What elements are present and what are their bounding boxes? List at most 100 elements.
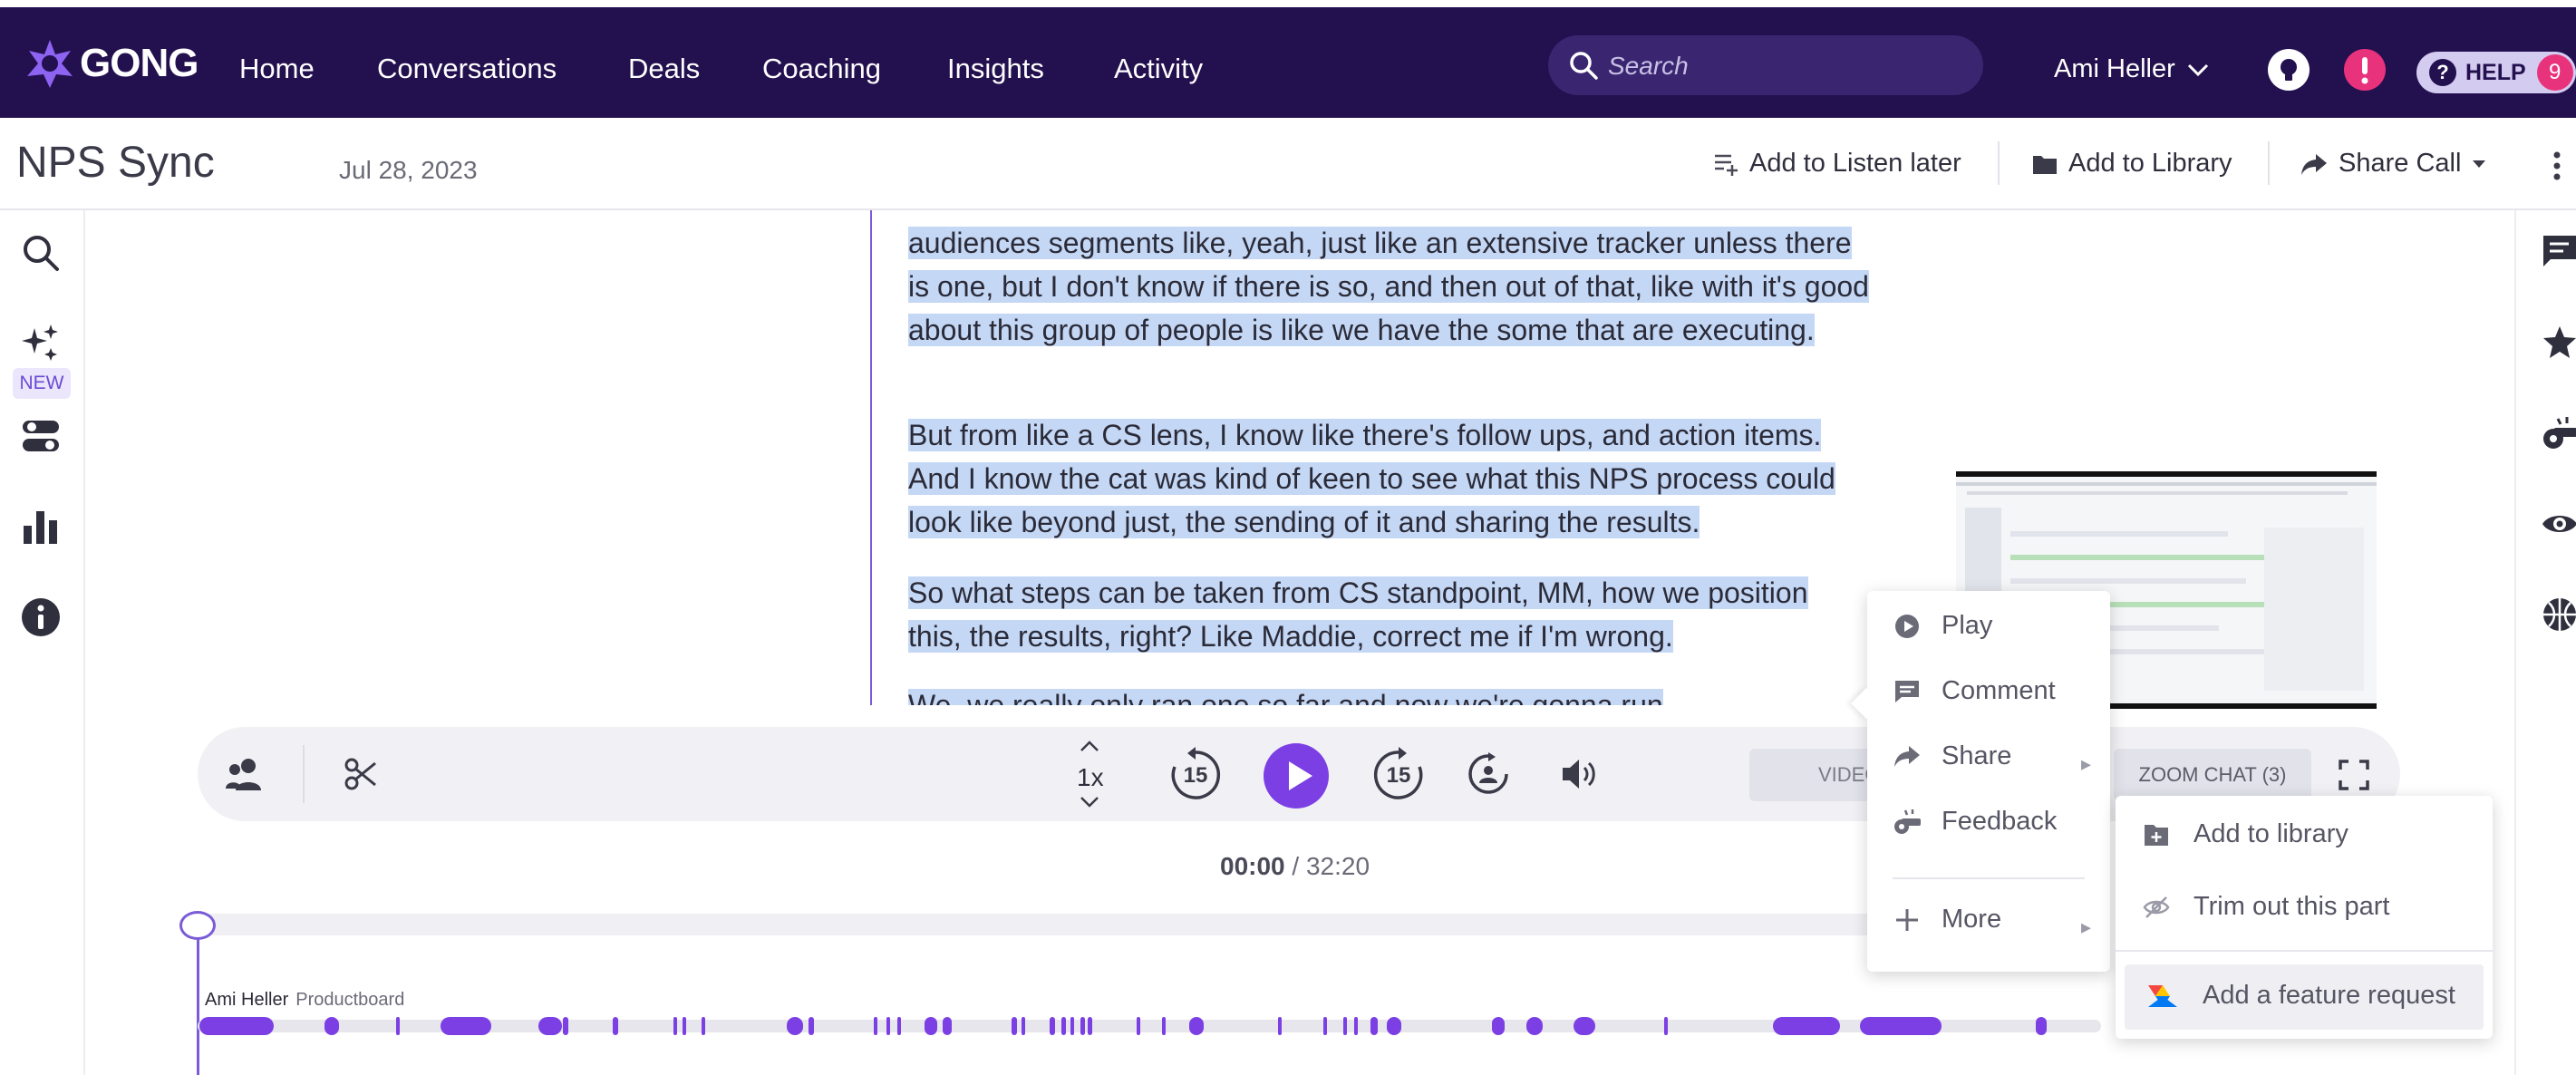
speaker-segment[interactable] [2036, 1017, 2047, 1035]
gong-logo[interactable]: GONG [25, 38, 199, 89]
volume-icon[interactable] [1561, 756, 1601, 792]
playhead-handle[interactable] [179, 911, 216, 940]
video-tab[interactable]: VIDEO [1749, 749, 1885, 801]
speaker-segment[interactable] [1012, 1017, 1017, 1035]
speaker-segment[interactable] [943, 1017, 952, 1035]
speaker-segment[interactable] [897, 1017, 901, 1035]
scrubber-track[interactable] [198, 914, 2101, 935]
zoom-chat-tab[interactable]: ZOOM CHAT (3) [2114, 749, 2311, 801]
search-input[interactable]: Search [1548, 35, 1983, 95]
speaker-segment[interactable] [1387, 1017, 1401, 1035]
speaker-segment[interactable] [683, 1017, 686, 1035]
playlist-add-icon [1715, 154, 1738, 176]
speaker-segment[interactable] [1137, 1017, 1140, 1035]
star-icon[interactable] [2542, 324, 2576, 361]
menu-item-more[interactable]: More [1893, 905, 2001, 935]
toggles-icon[interactable] [20, 415, 62, 457]
speaker-segment[interactable] [1162, 1017, 1166, 1035]
share-call-button[interactable]: Share Call [2300, 149, 2486, 179]
speaker-segment[interactable] [1860, 1017, 1942, 1035]
logo-text: GONG [80, 41, 199, 85]
speaker-segment[interactable] [563, 1017, 568, 1035]
speaker-segment[interactable] [1061, 1017, 1066, 1035]
eye-icon[interactable] [2542, 506, 2576, 542]
nav-home[interactable]: Home [239, 53, 315, 85]
speaker-segment[interactable] [809, 1017, 814, 1035]
menu-item-trim[interactable]: Trim out this part [2143, 892, 2389, 922]
speaker-segment[interactable] [1370, 1017, 1378, 1035]
speaker-segment[interactable] [1323, 1017, 1327, 1035]
search-icon[interactable] [20, 232, 62, 274]
speaker-segment[interactable] [1189, 1017, 1204, 1035]
transcript-paragraph[interactable]: But from like a CS lens, I know like the… [908, 413, 1869, 544]
basketball-icon[interactable] [2542, 596, 2576, 633]
caret-down-icon [2473, 160, 2486, 168]
menu-item-play[interactable]: Play [1893, 611, 1992, 641]
speaker-segment[interactable] [1526, 1017, 1543, 1035]
speaker-segment[interactable] [886, 1017, 890, 1035]
speaker-segment[interactable] [1022, 1017, 1025, 1035]
lightbulb-button[interactable] [2268, 49, 2310, 91]
menu-item-add-feature-request[interactable]: Add a feature request [2125, 964, 2484, 1030]
speakers-icon[interactable] [225, 756, 265, 792]
comment-icon [1895, 680, 1919, 702]
speaker-segment[interactable] [396, 1017, 400, 1035]
nav-activity[interactable]: Activity [1114, 53, 1203, 85]
speaker-segment[interactable] [1574, 1017, 1595, 1035]
menu-item-feedback[interactable]: Feedback [1893, 807, 2057, 837]
menu-item-label: Feedback [1942, 807, 2058, 836]
speaker-segment[interactable] [613, 1017, 618, 1035]
speaker-segment[interactable] [1343, 1017, 1347, 1035]
bar-chart-icon[interactable] [20, 506, 62, 547]
sparkles-icon[interactable] [20, 323, 62, 364]
speaker-segment[interactable] [787, 1017, 803, 1035]
comments-icon[interactable] [2542, 234, 2576, 270]
nav-insights[interactable]: Insights [947, 53, 1044, 85]
speaker-segment[interactable] [925, 1017, 937, 1035]
transcript-paragraph[interactable]: So what steps can be taken from CS stand… [908, 571, 1869, 658]
add-to-library-button[interactable]: Add to Library [2032, 149, 2232, 179]
speaker-segment[interactable] [1278, 1017, 1282, 1035]
speaker-segment[interactable] [1088, 1017, 1092, 1035]
skip-speaker-icon[interactable] [1467, 752, 1510, 796]
transcript-panel[interactable]: audiences segments like, yeah, just like… [870, 210, 1885, 705]
speed-up-icon[interactable] [1079, 740, 1100, 752]
speaker-segment[interactable] [441, 1017, 491, 1035]
speaker-segment[interactable] [1070, 1017, 1074, 1035]
scissors-icon[interactable] [344, 758, 377, 790]
speaker-segment[interactable] [538, 1017, 562, 1035]
more-vertical-icon[interactable] [2552, 150, 2561, 181]
play-button[interactable] [1264, 743, 1329, 809]
transcript-paragraph[interactable]: We, we really only ran one so far and no… [908, 683, 1869, 705]
nav-coaching[interactable]: Coaching [762, 53, 881, 85]
speaker-segment[interactable] [1080, 1017, 1085, 1035]
speaker-segment[interactable] [1492, 1017, 1505, 1035]
nav-conversations[interactable]: Conversations [377, 53, 557, 85]
alert-button[interactable] [2344, 49, 2386, 91]
nav-deals[interactable]: Deals [628, 53, 700, 85]
skip-forward-button[interactable]: 15 [1370, 747, 1427, 803]
help-button[interactable]: ? HELP 9 [2416, 52, 2576, 93]
add-to-listen-later-button[interactable]: Add to Listen later [1713, 149, 1961, 179]
speaker-segment[interactable] [702, 1017, 705, 1035]
info-icon[interactable] [20, 596, 62, 638]
speaker-segment[interactable] [1664, 1017, 1668, 1035]
speaker-segment[interactable] [199, 1017, 274, 1035]
speed-down-icon[interactable] [1079, 796, 1100, 809]
speaker-segment[interactable] [1050, 1017, 1055, 1035]
whistle-icon[interactable] [2542, 415, 2576, 451]
user-menu[interactable]: Ami Heller [2054, 54, 2210, 84]
speaker-segment[interactable] [1773, 1017, 1840, 1035]
playback-speed[interactable]: 1x [1077, 763, 1104, 792]
fullscreen-icon[interactable] [2339, 760, 2369, 790]
menu-item-add-to-library[interactable]: Add to library [2143, 819, 2348, 849]
speaker-segment[interactable] [874, 1017, 877, 1035]
transcript-paragraph[interactable]: audiences segments like, yeah, just like… [908, 221, 1869, 352]
menu-item-share[interactable]: Share [1893, 741, 2011, 771]
menu-item-comment[interactable]: Comment [1893, 676, 2056, 706]
speaker-segment[interactable] [673, 1017, 677, 1035]
skip-back-button[interactable]: 15 [1167, 747, 1224, 803]
whistle-icon [1894, 809, 1921, 834]
speaker-segment[interactable] [1354, 1017, 1358, 1035]
speaker-segment[interactable] [324, 1017, 339, 1035]
